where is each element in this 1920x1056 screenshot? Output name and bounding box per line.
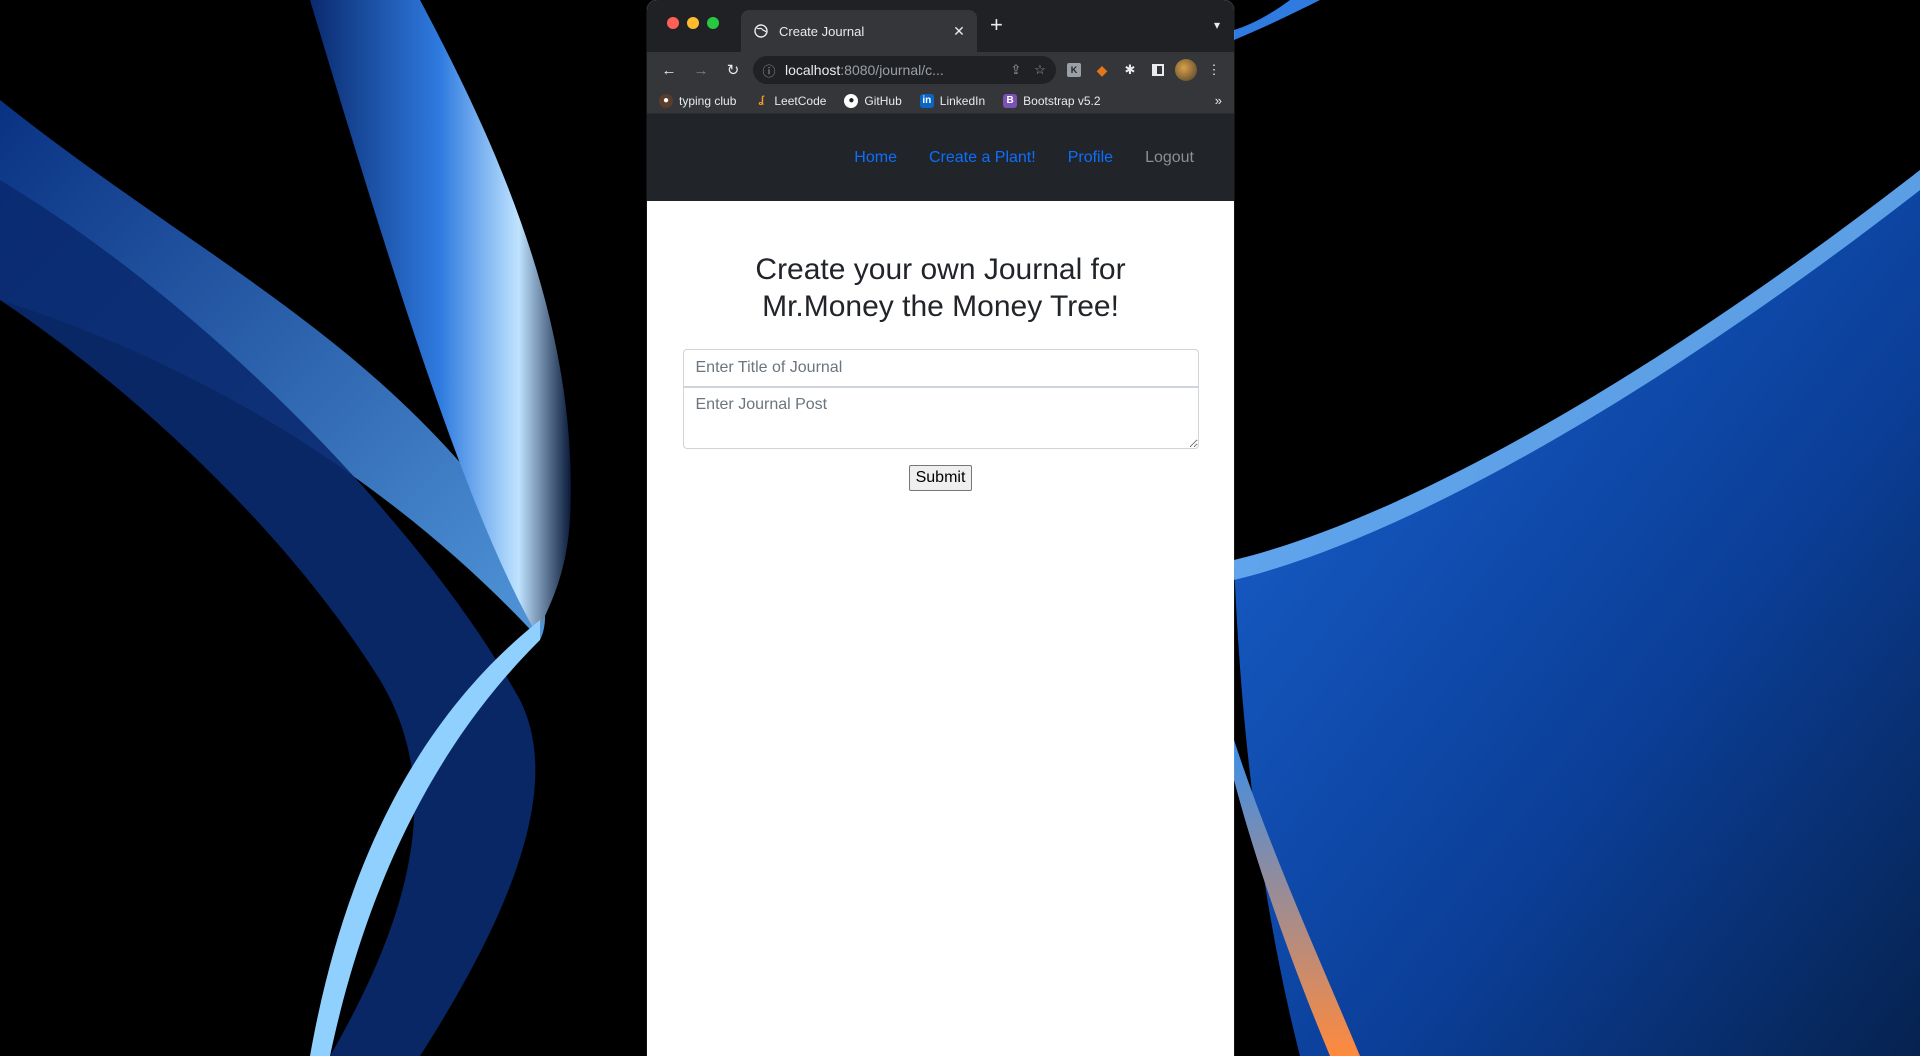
tab-create-journal[interactable]: Create Journal ✕ <box>741 10 977 52</box>
site-navbar: Home Create a Plant! Profile Logout <box>647 114 1234 201</box>
bookmark-bootstrap[interactable]: B Bootstrap v5.2 <box>1003 93 1101 108</box>
bookmark-leetcode[interactable]: ʆ LeetCode <box>754 93 827 108</box>
nav-logout-link[interactable]: Logout <box>1145 149 1194 167</box>
typing-club-icon: ● <box>659 93 673 108</box>
url-path: :8080/journal/c... <box>840 62 944 78</box>
bootstrap-icon: B <box>1003 93 1018 108</box>
page-title: Create your own Journal for Mr.Money the… <box>755 253 1126 323</box>
bookmarks-bar: ● typing club ʆ LeetCode ● GitHub in Lin… <box>647 88 1234 114</box>
url-host: localhost <box>785 62 841 78</box>
bookmark-linkedin[interactable]: in LinkedIn <box>919 93 986 108</box>
back-arrow-icon[interactable]: ← <box>655 56 683 84</box>
submit-button[interactable]: Submit <box>908 465 973 491</box>
url-text: localhost:8080/journal/c... <box>785 62 1000 78</box>
github-icon: ● <box>844 93 859 108</box>
browser-menu-icon[interactable]: ⋮ <box>1202 58 1226 82</box>
journal-post-textarea[interactable] <box>682 387 1199 449</box>
bookmark-star-icon[interactable]: ☆ <box>1032 62 1048 78</box>
nav-home-link[interactable]: Home <box>854 149 897 167</box>
browser-toolbar: ← → ↻ ⓘ localhost:8080/journal/c... ⇪ ☆ … <box>647 52 1234 88</box>
globe-icon <box>753 23 769 39</box>
nav-profile-link[interactable]: Profile <box>1068 149 1113 167</box>
new-tab-button[interactable]: + <box>990 14 1003 36</box>
bookmark-label: LeetCode <box>774 93 827 108</box>
bookmarks-overflow-icon[interactable]: » <box>1215 93 1222 108</box>
side-panel-icon[interactable] <box>1146 58 1170 82</box>
bookmark-label: GitHub <box>864 93 902 108</box>
bookmark-label: typing club <box>679 93 737 108</box>
site-info-icon[interactable]: ⓘ <box>761 61 777 80</box>
close-window-button[interactable] <box>667 17 679 29</box>
share-icon[interactable]: ⇪ <box>1008 62 1024 78</box>
journal-form: Submit <box>682 349 1199 491</box>
extensions-puzzle-icon[interactable]: ✱ <box>1118 58 1142 82</box>
reload-icon[interactable]: ↻ <box>719 56 747 84</box>
window-controls <box>667 17 719 29</box>
profile-avatar[interactable] <box>1174 58 1198 82</box>
metamask-fox-icon[interactable]: ◆ <box>1090 58 1114 82</box>
tab-close-icon[interactable]: ✕ <box>951 23 967 40</box>
tab-search-chevron-icon[interactable]: ▾ <box>1214 18 1220 32</box>
maximize-window-button[interactable] <box>707 17 719 29</box>
address-bar[interactable]: ⓘ localhost:8080/journal/c... ⇪ ☆ <box>753 56 1056 84</box>
leetcode-icon: ʆ <box>758 95 765 106</box>
bookmark-label: Bootstrap v5.2 <box>1023 93 1101 108</box>
browser-window: Create Journal ✕ + ▾ ← → ↻ ⓘ localhost:8… <box>647 0 1234 1056</box>
journal-title-input[interactable] <box>682 349 1199 387</box>
tab-title: Create Journal <box>779 23 865 39</box>
bookmark-label: LinkedIn <box>939 93 986 108</box>
nav-create-plant-link[interactable]: Create a Plant! <box>929 149 1036 167</box>
browser-titlebar: Create Journal ✕ + ▾ <box>647 0 1234 52</box>
forward-arrow-icon[interactable]: → <box>687 56 715 84</box>
linkedin-icon: in <box>919 93 934 108</box>
bookmark-typing-club[interactable]: ● typing club <box>659 93 737 108</box>
bookmark-github[interactable]: ● GitHub <box>844 93 902 108</box>
extension-k-icon[interactable]: K <box>1062 58 1086 82</box>
page-content: Create your own Journal for Mr.Money the… <box>647 201 1234 491</box>
minimize-window-button[interactable] <box>687 17 699 29</box>
